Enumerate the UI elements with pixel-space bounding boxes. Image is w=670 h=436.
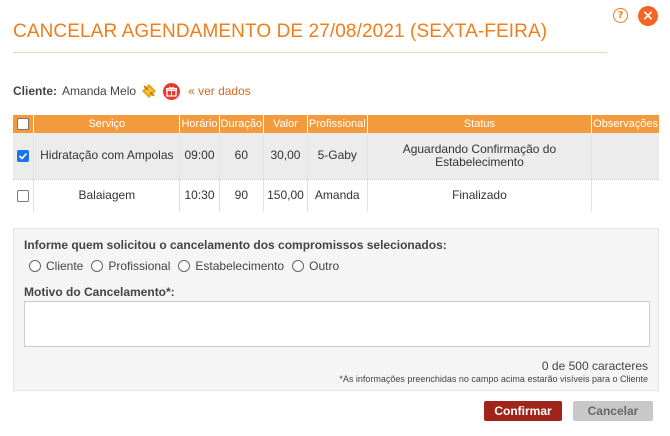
requester-question: Informe quem solicitou o cancelamento do…	[24, 238, 447, 252]
radio-button[interactable]	[29, 260, 41, 272]
title-divider	[13, 52, 607, 53]
reason-label: Motivo do Cancelamento*:	[24, 285, 175, 299]
table-row: Hidratação com Ampolas 09:00 60 30,00 5-…	[13, 133, 659, 180]
column-header-time: Horário	[179, 115, 220, 133]
select-all-header[interactable]	[13, 115, 35, 133]
radio-button[interactable]	[292, 260, 305, 272]
time-cell: 09:00	[179, 133, 220, 180]
view-client-data-link[interactable]: « ver dados	[188, 84, 251, 98]
professional-cell: 5-Gaby	[307, 133, 368, 180]
column-header-status: Status	[367, 115, 593, 133]
duration-cell: 90	[219, 179, 265, 212]
value-cell: 30,00	[263, 133, 308, 180]
table-header-row: Serviço Horário Duração Valor Profission…	[13, 115, 659, 133]
radio-label: Cliente	[46, 259, 84, 273]
client-name: Amanda Melo	[62, 84, 137, 98]
notes-cell	[591, 133, 659, 180]
service-cell: Balaiagem	[33, 179, 181, 212]
radio-other[interactable]: Outro	[292, 259, 339, 273]
service-cell: Hidratação com Ampolas	[33, 133, 181, 180]
radio-label: Profissional	[108, 259, 171, 273]
radio-button[interactable]	[91, 260, 104, 272]
status-cell: Finalizado	[367, 179, 593, 212]
table-row: Balaiagem 10:30 90 150,00 Amanda Finaliz…	[13, 179, 659, 212]
radio-establishment[interactable]: Estabelecimento	[178, 259, 284, 273]
column-header-professional: Profissional	[307, 115, 368, 133]
column-header-duration: Duração	[219, 115, 265, 133]
reason-textarea[interactable]	[24, 301, 650, 347]
radio-professional[interactable]: Profissional	[91, 259, 170, 273]
row-checkbox[interactable]	[17, 150, 30, 163]
cancel-button[interactable]: Cancelar	[573, 401, 653, 421]
value-cell: 150,00	[263, 179, 308, 212]
column-header-value: Valor	[263, 115, 308, 133]
radio-client[interactable]: Cliente	[29, 259, 83, 273]
select-all-checkbox[interactable]	[17, 118, 30, 131]
client-row: Cliente: Amanda Melo « ver dados	[13, 82, 251, 100]
character-counter: 0 de 500 caracteres	[541, 359, 648, 373]
loyalty-tag-icon[interactable]	[140, 82, 158, 100]
duration-cell: 60	[219, 133, 265, 180]
visibility-note: *As informações preenchidas no campo aci…	[339, 374, 648, 384]
professional-cell: Amanda	[307, 179, 368, 212]
appointments-table: Serviço Horário Duração Valor Profission…	[13, 115, 659, 212]
radio-label: Outro	[309, 259, 340, 273]
gift-icon[interactable]	[163, 82, 181, 100]
radio-button[interactable]	[178, 260, 191, 272]
column-header-notes: Observações	[591, 115, 659, 133]
radio-label: Estabelecimento	[195, 259, 285, 273]
row-checkbox[interactable]	[17, 190, 30, 203]
time-cell: 10:30	[179, 179, 220, 212]
close-icon[interactable]: ×	[638, 6, 658, 26]
cancellation-panel: Informe quem solicitou o cancelamento do…	[13, 228, 659, 391]
status-cell: Aguardando Confirmação do Estabeleciment…	[367, 133, 593, 180]
page-title: CANCELAR AGENDAMENTO DE 27/08/2021 (SEXT…	[13, 21, 548, 42]
help-icon[interactable]: ?	[613, 8, 628, 23]
notes-cell	[591, 179, 659, 212]
confirm-button[interactable]: Confirmar	[484, 401, 562, 421]
column-header-service: Serviço	[33, 115, 181, 133]
client-label: Cliente:	[13, 84, 58, 98]
requester-radio-group: Cliente Profissional Estabelecimento Out…	[29, 259, 347, 273]
